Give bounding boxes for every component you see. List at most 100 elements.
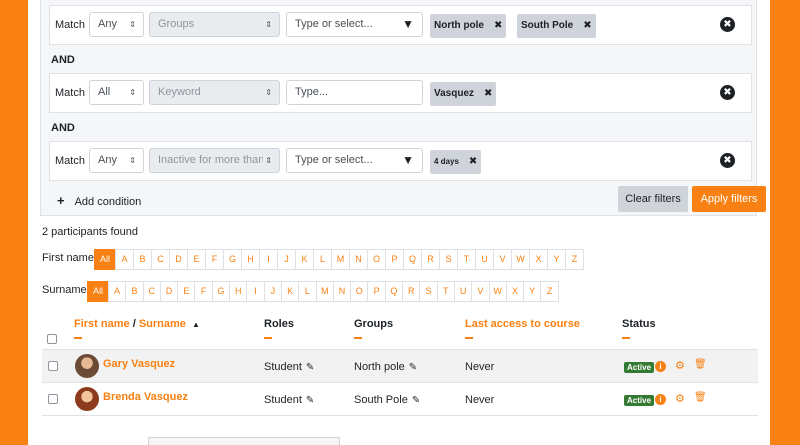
- initial-i[interactable]: I: [259, 249, 278, 270]
- participant-name-link[interactable]: Brenda Vasquez: [103, 391, 188, 403]
- match-select[interactable]: Any ⇕: [89, 12, 144, 37]
- initial-o[interactable]: O: [367, 249, 386, 270]
- column-header-last-access[interactable]: Last access to course: [465, 318, 580, 330]
- initial-q[interactable]: Q: [384, 281, 404, 302]
- filter-chip-north-pole[interactable]: North pole ✖: [430, 14, 507, 38]
- initial-c[interactable]: C: [151, 249, 170, 270]
- initial-a[interactable]: A: [115, 249, 134, 270]
- initial-p[interactable]: P: [367, 281, 386, 302]
- initial-p[interactable]: P: [385, 249, 404, 270]
- initial-b[interactable]: B: [125, 281, 144, 302]
- role-cell: Student ✎: [264, 394, 315, 406]
- info-icon[interactable]: i: [655, 361, 666, 372]
- initial-t[interactable]: T: [436, 281, 455, 302]
- initial-r[interactable]: R: [402, 281, 421, 302]
- filter-chip-4-days[interactable]: 4 days ✖: [430, 150, 482, 174]
- sort-surname-link[interactable]: Surname: [139, 318, 186, 330]
- initial-n[interactable]: N: [349, 249, 368, 270]
- gear-icon[interactable]: ⚙: [675, 392, 685, 405]
- initial-y[interactable]: Y: [547, 249, 566, 270]
- initial-g[interactable]: G: [211, 281, 231, 302]
- filter-value-input[interactable]: Type or select... ▼: [286, 12, 423, 37]
- initial-e[interactable]: E: [187, 249, 206, 270]
- info-icon[interactable]: i: [655, 394, 666, 405]
- gear-icon[interactable]: ⚙: [675, 359, 685, 372]
- bulk-action-select[interactable]: [148, 437, 340, 445]
- initial-v[interactable]: V: [493, 249, 512, 270]
- initial-i[interactable]: I: [246, 281, 265, 302]
- remove-row-icon[interactable]: ✖: [720, 153, 735, 168]
- chip-close-icon[interactable]: ✖: [494, 20, 502, 31]
- initial-h[interactable]: H: [241, 249, 260, 270]
- initial-all[interactable]: All: [94, 249, 116, 270]
- initial-l[interactable]: L: [313, 249, 332, 270]
- remove-row-icon[interactable]: ✖: [720, 85, 735, 100]
- initial-z[interactable]: Z: [540, 281, 559, 302]
- initial-n[interactable]: N: [332, 281, 352, 302]
- initial-r[interactable]: R: [421, 249, 440, 270]
- filter-type-select: Inactive for more than ⇕: [149, 148, 280, 173]
- clear-filters-button[interactable]: Clear filters: [618, 186, 688, 212]
- filter-chip-vasquez[interactable]: Vasquez ✖: [430, 82, 497, 106]
- pencil-icon[interactable]: ✎: [306, 395, 314, 406]
- initial-all[interactable]: All: [87, 281, 109, 302]
- initial-f[interactable]: F: [205, 249, 224, 270]
- initial-j[interactable]: J: [263, 281, 282, 302]
- initial-m[interactable]: M: [331, 249, 350, 270]
- chip-close-icon[interactable]: ✖: [469, 156, 477, 167]
- collapse-roles-icon[interactable]: [264, 337, 272, 339]
- collapse-groups-icon[interactable]: [354, 337, 362, 339]
- initial-q[interactable]: Q: [403, 249, 422, 270]
- initial-d[interactable]: D: [159, 281, 179, 302]
- match-select[interactable]: All ⇕: [89, 80, 144, 105]
- add-condition-button[interactable]: + Add condition: [57, 193, 141, 208]
- initial-k[interactable]: K: [280, 281, 300, 302]
- initial-w[interactable]: W: [488, 281, 507, 302]
- initial-c[interactable]: C: [142, 281, 161, 302]
- chip-close-icon[interactable]: ✖: [484, 88, 492, 99]
- initial-b[interactable]: B: [133, 249, 152, 270]
- initial-a[interactable]: A: [108, 281, 127, 302]
- collapse-name-icon[interactable]: [74, 337, 82, 339]
- collapse-status-icon[interactable]: [622, 337, 630, 339]
- remove-row-icon[interactable]: ✖: [720, 17, 735, 32]
- initial-h[interactable]: H: [229, 281, 248, 302]
- row-select-checkbox[interactable]: [48, 361, 58, 371]
- initial-t[interactable]: T: [457, 249, 476, 270]
- initial-g[interactable]: G: [223, 249, 242, 270]
- initial-x[interactable]: X: [505, 281, 525, 302]
- initial-l[interactable]: L: [298, 281, 317, 302]
- pencil-icon[interactable]: ✎: [409, 362, 417, 373]
- filter-chip-south-pole[interactable]: South Pole ✖: [517, 14, 596, 38]
- trash-icon[interactable]: 🗑: [694, 392, 707, 403]
- filter-value-input[interactable]: Type or select... ▼: [286, 148, 423, 173]
- initial-s[interactable]: S: [439, 249, 458, 270]
- apply-filters-button[interactable]: Apply filters: [692, 186, 766, 212]
- sort-first-name-link[interactable]: First name: [74, 318, 130, 330]
- initial-f[interactable]: F: [194, 281, 213, 302]
- select-all-checkbox[interactable]: [47, 334, 57, 344]
- initial-o[interactable]: O: [350, 281, 369, 302]
- pencil-icon[interactable]: ✎: [412, 395, 420, 406]
- initial-s[interactable]: S: [419, 281, 438, 302]
- initial-y[interactable]: Y: [523, 281, 542, 302]
- initial-m[interactable]: M: [315, 281, 334, 302]
- row-select-checkbox[interactable]: [48, 394, 58, 404]
- initial-e[interactable]: E: [177, 281, 196, 302]
- initial-j[interactable]: J: [277, 249, 296, 270]
- initial-x[interactable]: X: [529, 249, 548, 270]
- initial-k[interactable]: K: [295, 249, 314, 270]
- participant-name-link[interactable]: Gary Vasquez: [103, 358, 175, 370]
- initial-d[interactable]: D: [169, 249, 188, 270]
- chip-close-icon[interactable]: ✖: [583, 20, 591, 31]
- trash-icon[interactable]: 🗑: [694, 359, 707, 370]
- initial-v[interactable]: V: [471, 281, 490, 302]
- initial-u[interactable]: U: [475, 249, 494, 270]
- collapse-last-access-icon[interactable]: [465, 337, 473, 339]
- match-select[interactable]: Any ⇕: [89, 148, 144, 173]
- pencil-icon[interactable]: ✎: [306, 362, 314, 373]
- initial-u[interactable]: U: [453, 281, 473, 302]
- filter-value-input[interactable]: Type...: [286, 80, 423, 105]
- initial-z[interactable]: Z: [565, 249, 584, 270]
- initial-w[interactable]: W: [511, 249, 530, 270]
